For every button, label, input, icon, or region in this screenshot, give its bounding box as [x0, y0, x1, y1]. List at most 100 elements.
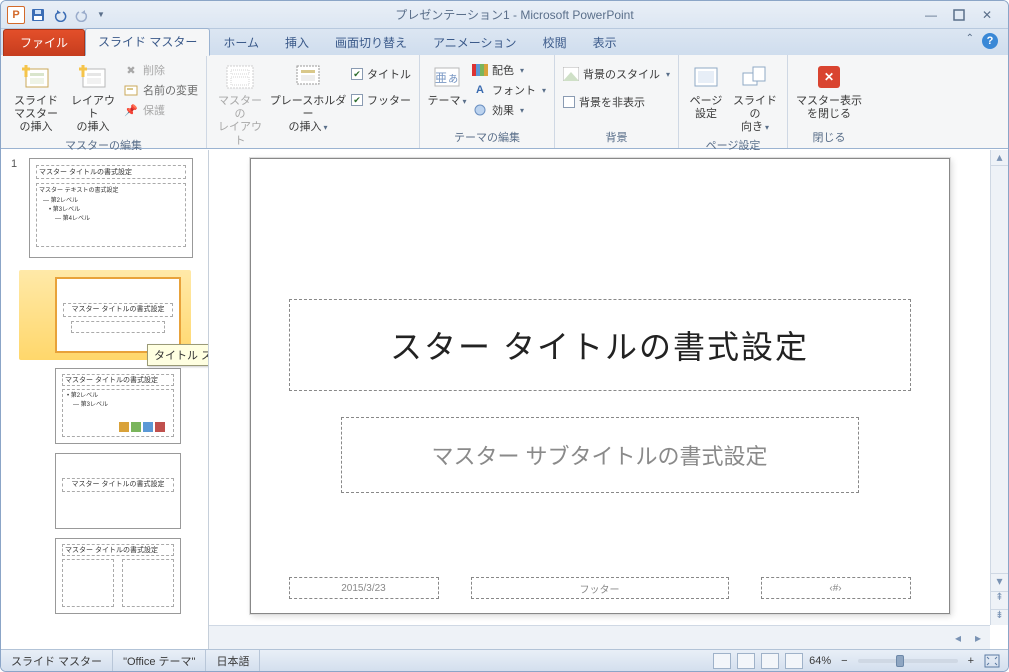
- redo-icon[interactable]: [73, 6, 91, 24]
- effects-button[interactable]: 効果▾: [470, 101, 548, 119]
- fonts-label: フォント: [492, 82, 536, 98]
- insert-placeholder-label: プレースホルダー の挿入▾: [269, 95, 347, 135]
- zoom-in-button[interactable]: +: [964, 655, 978, 667]
- subtitle-placeholder[interactable]: マスター サブタイトルの書式設定: [341, 417, 859, 493]
- date-text: 2015/3/23: [341, 583, 386, 594]
- qat-dropdown-icon[interactable]: ▼: [97, 10, 105, 19]
- subtitle-text: マスター サブタイトルの書式設定: [431, 439, 767, 471]
- orientation-button[interactable]: スライドの 向き▾: [729, 59, 781, 135]
- thumb-master-body: マスター テキストの書式設定: [37, 184, 185, 195]
- insert-placeholder-button[interactable]: プレースホルダー の挿入▾: [269, 59, 347, 135]
- title-placeholder[interactable]: スター タイトルの書式設定: [289, 299, 911, 391]
- background-style-button[interactable]: 背景のスタイル▾: [561, 65, 672, 83]
- delete-label: 削除: [143, 62, 165, 78]
- fit-to-window-button[interactable]: [984, 654, 1000, 668]
- thumb-layout-1[interactable]: マスター タイトルの書式設定: [55, 277, 181, 353]
- insert-layout-icon: [77, 61, 109, 93]
- status-theme: "Office テーマ": [113, 650, 206, 671]
- view-slideshow-button[interactable]: [785, 653, 803, 669]
- maximize-button[interactable]: [952, 8, 966, 22]
- preserve-button[interactable]: 📌保護: [121, 101, 200, 119]
- rename-icon: [123, 82, 139, 98]
- page-setup-icon: [690, 61, 722, 93]
- zoom-out-button[interactable]: −: [837, 655, 851, 667]
- app-icon: P: [7, 6, 25, 24]
- close-master-view-button[interactable]: ✕ マスター表示 を閉じる: [794, 59, 864, 121]
- tab-review[interactable]: 校閲: [530, 29, 580, 56]
- ribbon: スライド マスター の挿入 レイアウト の挿入 ✖削除 名前の変更 📌保護 マス…: [1, 55, 1008, 149]
- canvas[interactable]: スター タイトルの書式設定 マスター サブタイトルの書式設定 2015/3/23…: [209, 150, 990, 625]
- date-placeholder[interactable]: 2015/3/23: [289, 577, 439, 599]
- footer-checkbox[interactable]: ✔フッター: [349, 91, 413, 109]
- rename-label: 名前の変更: [143, 82, 198, 98]
- thumb-layout-3[interactable]: マスター タイトルの書式設定: [55, 453, 181, 529]
- help-icon[interactable]: ?: [982, 33, 998, 49]
- colors-button[interactable]: 配色▾: [470, 61, 548, 79]
- tab-home[interactable]: ホーム: [210, 29, 272, 56]
- group-page-setup: ページ 設定 スライドの 向き▾ ページ設定: [679, 55, 788, 148]
- orientation-icon: [739, 61, 771, 93]
- ribbon-minimize-icon[interactable]: ⌃: [966, 33, 974, 49]
- background-style-icon: [563, 66, 579, 82]
- tab-transitions[interactable]: 画面切り替え: [322, 29, 420, 56]
- slide[interactable]: スター タイトルの書式設定 マスター サブタイトルの書式設定 2015/3/23…: [250, 158, 950, 614]
- delete-icon: ✖: [123, 62, 139, 78]
- undo-icon[interactable]: [51, 6, 69, 24]
- preserve-label: 保護: [143, 102, 165, 118]
- hide-background-checkbox[interactable]: 背景を非表示: [561, 93, 672, 111]
- horizontal-scrollbar[interactable]: ◂ ▸: [209, 625, 990, 649]
- quick-access-toolbar: P ▼: [1, 6, 105, 24]
- window-title: プレゼンテーション1 - Microsoft PowerPoint: [105, 6, 924, 23]
- slide-number-text: ‹#›: [829, 583, 841, 594]
- insert-layout-button[interactable]: レイアウト の挿入: [67, 59, 119, 135]
- theme-button[interactable]: 亜ぁ テーマ▾: [426, 59, 468, 108]
- background-style-label: 背景のスタイル: [583, 66, 660, 82]
- fonts-button[interactable]: Aフォント▾: [470, 81, 548, 99]
- footer-checkbox-label: フッター: [367, 92, 411, 108]
- close-button[interactable]: ✕: [980, 8, 994, 22]
- theme-icon: 亜ぁ: [431, 61, 463, 93]
- footer-placeholder[interactable]: フッター: [471, 577, 729, 599]
- minimize-button[interactable]: ―: [924, 8, 938, 22]
- insert-slide-master-button[interactable]: スライド マスター の挿入: [7, 59, 65, 135]
- thumbnail-pane[interactable]: 1 マスター タイトルの書式設定 マスター テキストの書式設定 — 第2レベル …: [1, 150, 209, 649]
- title-checkbox[interactable]: ✔タイトル: [349, 65, 413, 83]
- orientation-label: スライドの 向き▾: [729, 95, 781, 135]
- thumb-master[interactable]: マスター タイトルの書式設定 マスター テキストの書式設定 — 第2レベル • …: [29, 158, 193, 258]
- status-language: 日本語: [206, 650, 260, 671]
- view-sorter-button[interactable]: [737, 653, 755, 669]
- vertical-scrollbar[interactable]: ▴ ▾ ⇞ ⇟: [990, 150, 1008, 625]
- effects-icon: [472, 102, 488, 118]
- footer-text: フッター: [580, 581, 620, 596]
- colors-label: 配色: [492, 62, 514, 78]
- group-close-label: 閉じる: [788, 127, 870, 148]
- tab-animations[interactable]: アニメーション: [420, 29, 530, 56]
- tab-file[interactable]: ファイル: [3, 29, 85, 56]
- view-reading-button[interactable]: [761, 653, 779, 669]
- preserve-icon: 📌: [123, 102, 139, 118]
- title-text: スター タイトルの書式設定: [390, 322, 809, 368]
- insert-placeholder-icon: [292, 61, 324, 93]
- tab-slide-master[interactable]: スライド マスター: [85, 28, 210, 56]
- group-close: ✕ マスター表示 を閉じる 閉じる: [788, 55, 870, 148]
- tab-view[interactable]: 表示: [580, 29, 630, 56]
- thumb-layout-1-title: マスター タイトルの書式設定: [64, 304, 172, 314]
- thumb-layout-4[interactable]: マスター タイトルの書式設定: [55, 538, 181, 614]
- rename-button[interactable]: 名前の変更: [121, 81, 200, 99]
- zoom-slider[interactable]: [858, 659, 958, 663]
- page-setup-button[interactable]: ページ 設定: [685, 59, 727, 121]
- workspace: 1 マスター タイトルの書式設定 マスター テキストの書式設定 — 第2レベル …: [1, 150, 1008, 649]
- ribbon-tabs: ファイル スライド マスター ホーム 挿入 画面切り替え アニメーション 校閲 …: [1, 29, 1008, 55]
- theme-label: テーマ▾: [427, 95, 466, 108]
- master-layout-icon: [224, 61, 256, 93]
- tab-insert[interactable]: 挿入: [272, 29, 322, 56]
- delete-button[interactable]: ✖削除: [121, 61, 200, 79]
- group-edit-master: スライド マスター の挿入 レイアウト の挿入 ✖削除 名前の変更 📌保護 マス…: [1, 55, 207, 148]
- save-icon[interactable]: [29, 6, 47, 24]
- page-setup-label: ページ 設定: [690, 95, 723, 121]
- slide-number-placeholder[interactable]: ‹#›: [761, 577, 911, 599]
- slide-number: 1: [11, 158, 17, 170]
- thumb-layout-2[interactable]: マスター タイトルの書式設定 • 第2レベル — 第3レベル: [55, 368, 181, 444]
- status-mode: スライド マスター: [1, 650, 113, 671]
- view-normal-button[interactable]: [713, 653, 731, 669]
